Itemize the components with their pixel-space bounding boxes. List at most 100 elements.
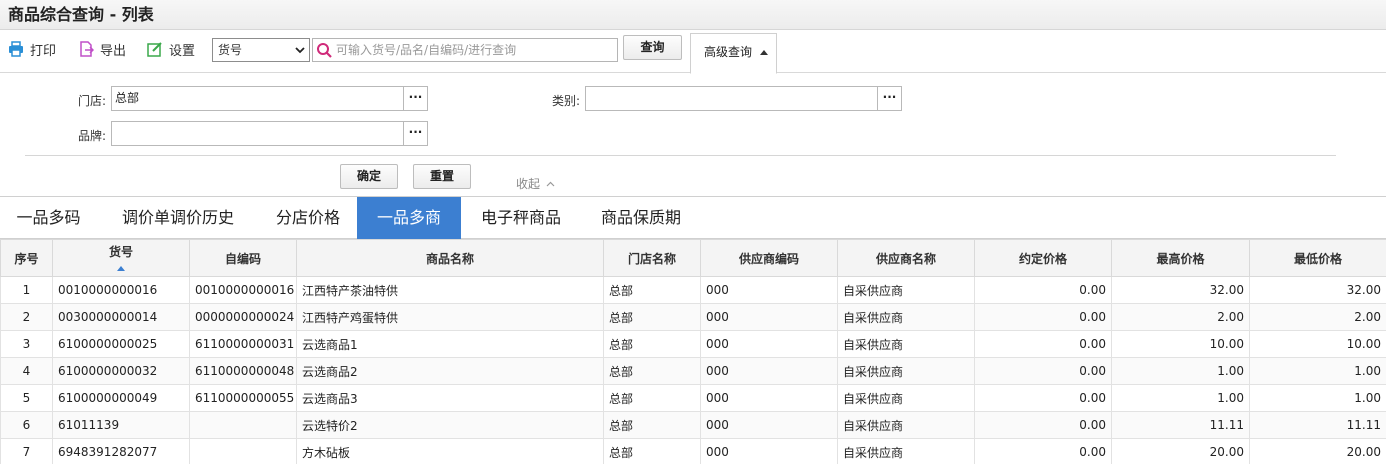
- cell-product-name: 云选商品1: [296, 330, 604, 358]
- sort-asc-icon: [117, 265, 125, 271]
- cell-index: 4: [0, 357, 53, 385]
- search-field-select[interactable]: 货号: [212, 38, 310, 62]
- cell-product-name: 云选商品3: [296, 384, 604, 412]
- cell-item-code: 0030000000014: [52, 303, 190, 331]
- cell-supplier-code: 000: [700, 303, 838, 331]
- table-row[interactable]: 6 61011139 云选特价2 总部 000 自采供应商 0.00 11.11 11.11: [0, 411, 1386, 439]
- tab-multi-barcode[interactable]: 一品多码: [0, 197, 97, 239]
- search-field-value: 货号: [218, 43, 243, 57]
- search-input[interactable]: [336, 41, 614, 59]
- tab-price-adjust-history[interactable]: 调价单调价历史: [97, 197, 259, 239]
- cell-min-price: 1.00: [1249, 384, 1386, 412]
- table-header-row: 序号 货号 自编码 商品名称 门店名称 供应商编码 供应商名称 约定价格 最高价…: [0, 239, 1386, 277]
- cell-min-price: 20.00: [1249, 438, 1386, 464]
- more-dots-icon: ···: [408, 90, 423, 104]
- cell-supplier-name: 自采供应商: [837, 303, 975, 331]
- tab-shelf-life[interactable]: 商品保质期: [581, 197, 701, 239]
- cell-item-code: 61011139: [52, 411, 190, 439]
- chevron-up-icon: [546, 181, 555, 187]
- cell-index: 3: [0, 330, 53, 358]
- cell-agreed-price: 0.00: [974, 411, 1112, 439]
- cell-product-name: 云选特价2: [296, 411, 604, 439]
- cell-supplier-code: 000: [700, 276, 838, 304]
- collapse-button[interactable]: 收起: [516, 175, 555, 192]
- cell-min-price: 11.11: [1249, 411, 1386, 439]
- cell-max-price: 32.00: [1111, 276, 1250, 304]
- detail-tabs: 一品多码 调价单调价历史 分店价格 一品多商 电子秤商品 商品保质期: [0, 197, 1386, 239]
- table-row[interactable]: 4 6100000000032 6110000000048 云选商品2 总部 000 自采供…: [0, 357, 1386, 385]
- col-agreed-price[interactable]: 约定价格: [974, 239, 1112, 277]
- tab-branch-price[interactable]: 分店价格: [259, 197, 357, 239]
- caret-up-icon: [759, 50, 768, 55]
- cell-store-name: 总部: [603, 438, 701, 464]
- edit-settings-icon: [147, 42, 162, 57]
- advanced-query-toggle[interactable]: 高级查询: [690, 33, 777, 74]
- store-label: 门店:: [77, 94, 106, 108]
- settings-label: 设置: [169, 43, 196, 59]
- store-picker-button[interactable]: ···: [403, 87, 427, 110]
- table-row[interactable]: 1 0010000000016 0010000000016 江西特产茶油特供 总部 000…: [0, 276, 1386, 304]
- col-supplier-name[interactable]: 供应商名称: [837, 239, 975, 277]
- col-index[interactable]: 序号: [0, 239, 53, 277]
- cell-item-code: 6100000000025: [52, 330, 190, 358]
- cell-self-code: 0000000000024: [189, 303, 297, 331]
- cell-store-name: 总部: [603, 303, 701, 331]
- cell-self-code: 6110000000031: [189, 330, 297, 358]
- store-field[interactable]: 总部 ···: [111, 86, 428, 111]
- cell-item-code: 6100000000032: [52, 357, 190, 385]
- cell-max-price: 1.00: [1111, 357, 1250, 385]
- cell-min-price: 32.00: [1249, 276, 1386, 304]
- more-dots-icon: ···: [882, 90, 897, 104]
- category-picker-button[interactable]: ···: [877, 87, 901, 110]
- category-field[interactable]: ···: [585, 86, 902, 111]
- brand-label: 品牌:: [77, 129, 106, 143]
- table-row[interactable]: 2 0030000000014 0000000000024 江西特产鸡蛋特供 总部 000…: [0, 303, 1386, 331]
- tab-multi-supplier[interactable]: 一品多商: [357, 197, 461, 239]
- print-button[interactable]: 打印: [8, 39, 56, 59]
- query-button[interactable]: 查询: [623, 35, 682, 60]
- store-value: 总部: [115, 91, 140, 105]
- cell-product-name: 江西特产鸡蛋特供: [296, 303, 604, 331]
- cell-self-code: 6110000000055: [189, 384, 297, 412]
- tab-scale-goods[interactable]: 电子秤商品: [461, 197, 581, 239]
- search-box: [312, 38, 618, 62]
- cell-store-name: 总部: [603, 411, 701, 439]
- cell-product-name: 方木砧板: [296, 438, 604, 464]
- category-label: 类别:: [551, 94, 580, 108]
- more-dots-icon: ···: [408, 125, 423, 139]
- settings-button[interactable]: 设置: [147, 39, 195, 59]
- cell-agreed-price: 0.00: [974, 357, 1112, 385]
- cell-agreed-price: 0.00: [974, 384, 1112, 412]
- col-item-code[interactable]: 货号: [52, 239, 190, 277]
- brand-picker-button[interactable]: ···: [403, 122, 427, 145]
- col-product-name[interactable]: 商品名称: [296, 239, 604, 277]
- brand-field[interactable]: ···: [111, 121, 428, 146]
- cell-min-price: 2.00: [1249, 303, 1386, 331]
- col-store-name[interactable]: 门店名称: [603, 239, 701, 277]
- cell-max-price: 1.00: [1111, 384, 1250, 412]
- table-row[interactable]: 7 6948391282077 方木砧板 总部 000 自采供应商 0.00 20.00 20.…: [0, 438, 1386, 464]
- export-button[interactable]: 导出: [78, 39, 126, 59]
- table-row[interactable]: 5 6100000000049 6110000000055 云选商品3 总部 000 自采供…: [0, 384, 1386, 412]
- col-max-price[interactable]: 最高价格: [1111, 239, 1250, 277]
- cell-self-code: 0010000000016: [189, 276, 297, 304]
- table-row[interactable]: 3 6100000000025 6110000000031 云选商品1 总部 000 自采供…: [0, 330, 1386, 358]
- cell-index: 2: [0, 303, 53, 331]
- col-supplier-code[interactable]: 供应商编码: [700, 239, 838, 277]
- reset-button[interactable]: 重置: [413, 164, 471, 189]
- confirm-button[interactable]: 确定: [340, 164, 398, 189]
- cell-self-code: [189, 411, 297, 439]
- supplier-table: 序号 货号 自编码 商品名称 门店名称 供应商编码 供应商名称 约定价格 最高价…: [0, 239, 1386, 464]
- cell-store-name: 总部: [603, 384, 701, 412]
- cell-index: 5: [0, 384, 53, 412]
- cell-agreed-price: 0.00: [974, 330, 1112, 358]
- col-min-price[interactable]: 最低价格: [1249, 239, 1386, 277]
- cell-supplier-name: 自采供应商: [837, 384, 975, 412]
- toolbar: 打印 导出 设置 货号 查询 高级查询: [0, 30, 1386, 74]
- cell-supplier-code: 000: [700, 357, 838, 385]
- cell-store-name: 总部: [603, 357, 701, 385]
- col-self-code[interactable]: 自编码: [189, 239, 297, 277]
- search-icon: [317, 43, 332, 58]
- cell-self-code: [189, 438, 297, 464]
- cell-item-code: 6948391282077: [52, 438, 190, 464]
